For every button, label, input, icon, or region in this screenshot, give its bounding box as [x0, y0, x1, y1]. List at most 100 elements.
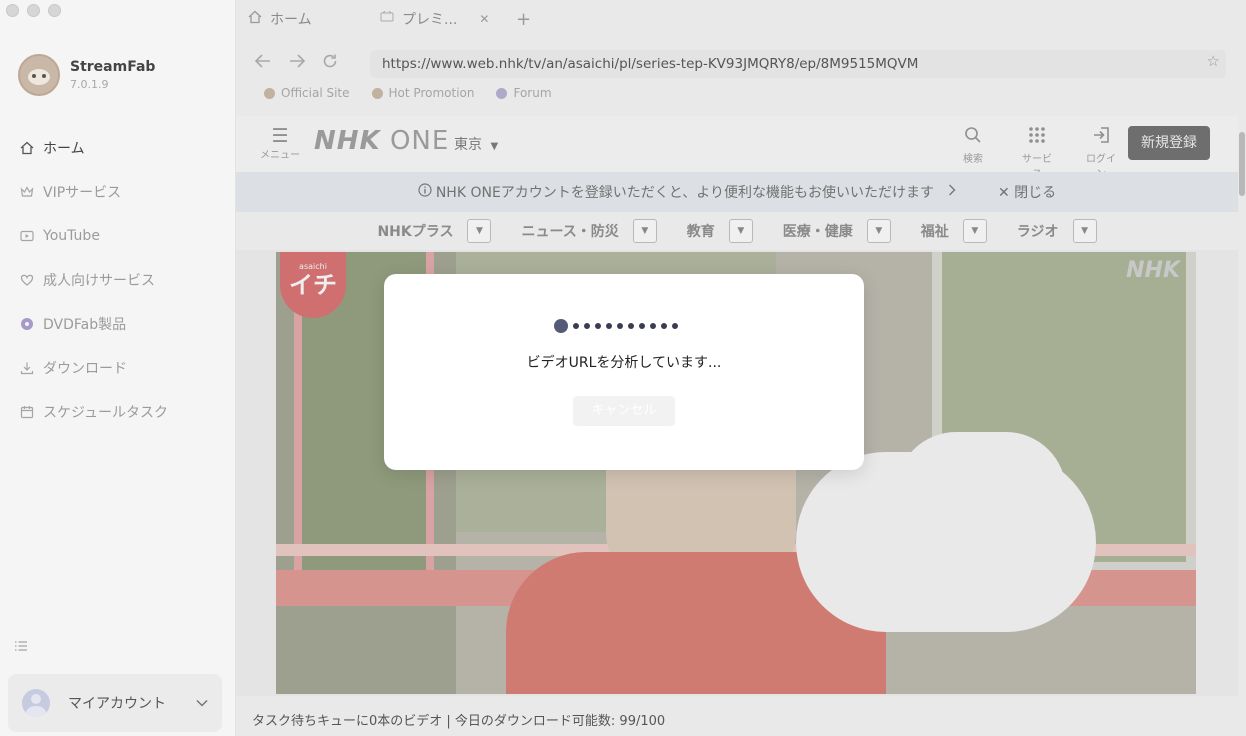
scrollbar-thumb[interactable]	[1239, 132, 1245, 196]
sidebar-item-label: YouTube	[43, 228, 100, 244]
badge-small-text: asaichi	[299, 262, 327, 271]
category-label: NHKプラス	[377, 224, 454, 240]
notice-text[interactable]: NHK ONEアカウントを登録いただくと、より便利な機能もお使いいただけます	[436, 182, 934, 202]
home-icon	[20, 141, 34, 155]
menu-button[interactable]: ☰ メニュー	[260, 126, 300, 161]
loading-spinner-icon	[554, 319, 678, 333]
reload-icon[interactable]	[322, 53, 338, 74]
url-input[interactable]: https://www.web.nhk/tv/an/asaichi/pl/ser…	[370, 50, 1226, 78]
sidebar-item-label: VIPサービス	[43, 185, 122, 201]
tab-home[interactable]: ホーム	[236, 0, 368, 38]
tab-bar: ホーム プレミ... ✕ +	[236, 0, 1246, 38]
logo-nhk-text: NHK	[314, 126, 381, 156]
menu-label: メニュー	[260, 150, 300, 161]
my-account-button[interactable]: マイアカウント	[8, 674, 222, 732]
home-icon	[248, 10, 262, 28]
bookmark-label: Official Site	[281, 86, 350, 100]
streamfab-favicon-icon	[371, 87, 383, 99]
category-nhk-plus[interactable]: NHKプラス ▼	[377, 219, 492, 243]
back-arrow-icon[interactable]	[254, 53, 272, 74]
chevron-down-icon[interactable]: ▼	[1072, 219, 1097, 243]
bookmark-hot-promotion[interactable]: Hot Promotion	[371, 86, 475, 100]
sidebar-item-adult[interactable]: 成人向けサービス	[8, 258, 226, 302]
sidebar-item-vip[interactable]: VIPサービス	[8, 170, 226, 214]
close-window-button[interactable]	[6, 4, 19, 17]
bookmark-official-site[interactable]: Official Site	[264, 86, 350, 100]
youtube-icon	[20, 229, 34, 243]
account-notice-banner: NHK ONEアカウントを登録いただくと、より便利な機能もお使いいただけます ✕…	[236, 172, 1238, 212]
close-icon: ✕	[997, 185, 1010, 201]
streamfab-logo-icon	[18, 54, 60, 96]
account-label: マイアカウント	[68, 696, 166, 712]
chevron-down-icon[interactable]: ▼	[866, 219, 891, 243]
hamburger-icon: ☰	[271, 125, 289, 147]
chevron-down-icon[interactable]: ▼	[632, 219, 657, 243]
chevron-down-icon[interactable]: ▼	[962, 219, 987, 243]
notice-close-label: 閉じる	[1014, 185, 1057, 201]
category-health[interactable]: 医療・健康 ▼	[783, 219, 891, 243]
streamfab-favicon-icon	[264, 87, 275, 99]
analyzing-dialog: ビデオURLを分析しています... キャンセル	[384, 274, 864, 470]
heart-icon	[20, 273, 34, 287]
category-news[interactable]: ニュース・防災 ▼	[521, 219, 657, 243]
category-nav: NHKプラス ▼ ニュース・防災 ▼ 教育 ▼ 医療・健康 ▼ 福祉 ▼ ラジオ ▼	[236, 212, 1238, 250]
dvdfab-icon	[20, 317, 34, 331]
download-icon	[20, 361, 34, 375]
forward-arrow-icon[interactable]	[288, 53, 306, 74]
chevron-right-icon[interactable]	[948, 184, 956, 200]
sidebar-item-download[interactable]: ダウンロード	[8, 346, 226, 390]
sidebar-item-label: スケジュールタスク	[43, 405, 169, 421]
nhk-watermark: NHK	[1126, 258, 1180, 283]
sidebar-item-schedule[interactable]: スケジュールタスク	[8, 390, 226, 434]
calendar-icon	[20, 405, 34, 419]
grid-icon	[1018, 126, 1056, 150]
sidebar: StreamFab 7.0.1.9 ホーム VIPサービス YouTube 成人…	[0, 0, 236, 736]
caret-down-icon: ▼	[490, 141, 499, 152]
new-tab-button[interactable]: +	[504, 0, 531, 38]
category-label: ニュース・防災	[521, 224, 619, 240]
window-controls	[6, 4, 61, 17]
avatar	[22, 689, 50, 717]
tab-premium[interactable]: プレミ... ✕	[368, 0, 494, 38]
sidebar-item-label: ホーム	[43, 141, 85, 157]
region-label: 東京	[454, 137, 482, 153]
chevron-down-icon[interactable]: ▼	[728, 219, 753, 243]
category-label: 医療・健康	[782, 224, 853, 240]
bookmark-label: Forum	[513, 86, 552, 100]
category-radio[interactable]: ラジオ ▼	[1017, 219, 1097, 243]
crown-icon	[20, 185, 34, 199]
dialog-message: ビデオURLを分析しています...	[526, 355, 722, 371]
sidebar-item-label: ダウンロード	[43, 361, 127, 377]
category-label: 教育	[686, 224, 715, 240]
task-list-icon[interactable]	[14, 640, 28, 656]
logo-one-text: ONE	[389, 126, 450, 156]
sidebar-item-label: DVDFab製品	[43, 317, 127, 333]
category-label: 福祉	[920, 224, 949, 240]
nhk-header: ☰ メニュー NHK ONE 東京 ▼ 検索 サービ ログイ 新規登録	[236, 116, 1238, 180]
tab-label: ホーム	[270, 12, 312, 28]
app-brand: StreamFab 7.0.1.9	[18, 54, 155, 96]
bookmarks-bar: Official Site Hot Promotion Forum	[264, 86, 552, 100]
sidebar-nav: ホーム VIPサービス YouTube 成人向けサービス DVDFab製品 ダウ…	[8, 126, 226, 434]
status-bar: タスク待ちキューに0本のビデオ | 今日のダウンロード可能数: 99/100	[252, 714, 666, 729]
bookmark-forum[interactable]: Forum	[496, 86, 552, 100]
notice-close-button[interactable]: ✕ 閉じる	[998, 182, 1056, 202]
signup-button[interactable]: 新規登録	[1128, 126, 1210, 160]
sidebar-item-youtube[interactable]: YouTube	[8, 214, 226, 258]
close-tab-icon[interactable]: ✕	[479, 12, 489, 26]
category-education[interactable]: 教育 ▼	[687, 219, 753, 243]
info-icon	[418, 183, 432, 201]
maximize-window-button[interactable]	[48, 4, 61, 17]
region-selector[interactable]: 東京 ▼	[454, 134, 498, 154]
bookmark-label: Hot Promotion	[388, 86, 475, 100]
sidebar-item-home[interactable]: ホーム	[8, 126, 226, 170]
nhk-one-logo[interactable]: NHK ONE	[314, 126, 449, 156]
sidebar-item-dvdfab[interactable]: DVDFab製品	[8, 302, 226, 346]
cancel-button[interactable]: キャンセル	[573, 396, 675, 426]
dvdfab-favicon-icon	[496, 87, 508, 99]
minimize-window-button[interactable]	[27, 4, 40, 17]
chevron-down-icon[interactable]: ▼	[467, 219, 492, 243]
category-welfare[interactable]: 福祉 ▼	[921, 219, 987, 243]
bookmark-star-icon[interactable]: ☆	[1207, 52, 1220, 70]
page-scrollbar[interactable]	[1238, 116, 1246, 696]
